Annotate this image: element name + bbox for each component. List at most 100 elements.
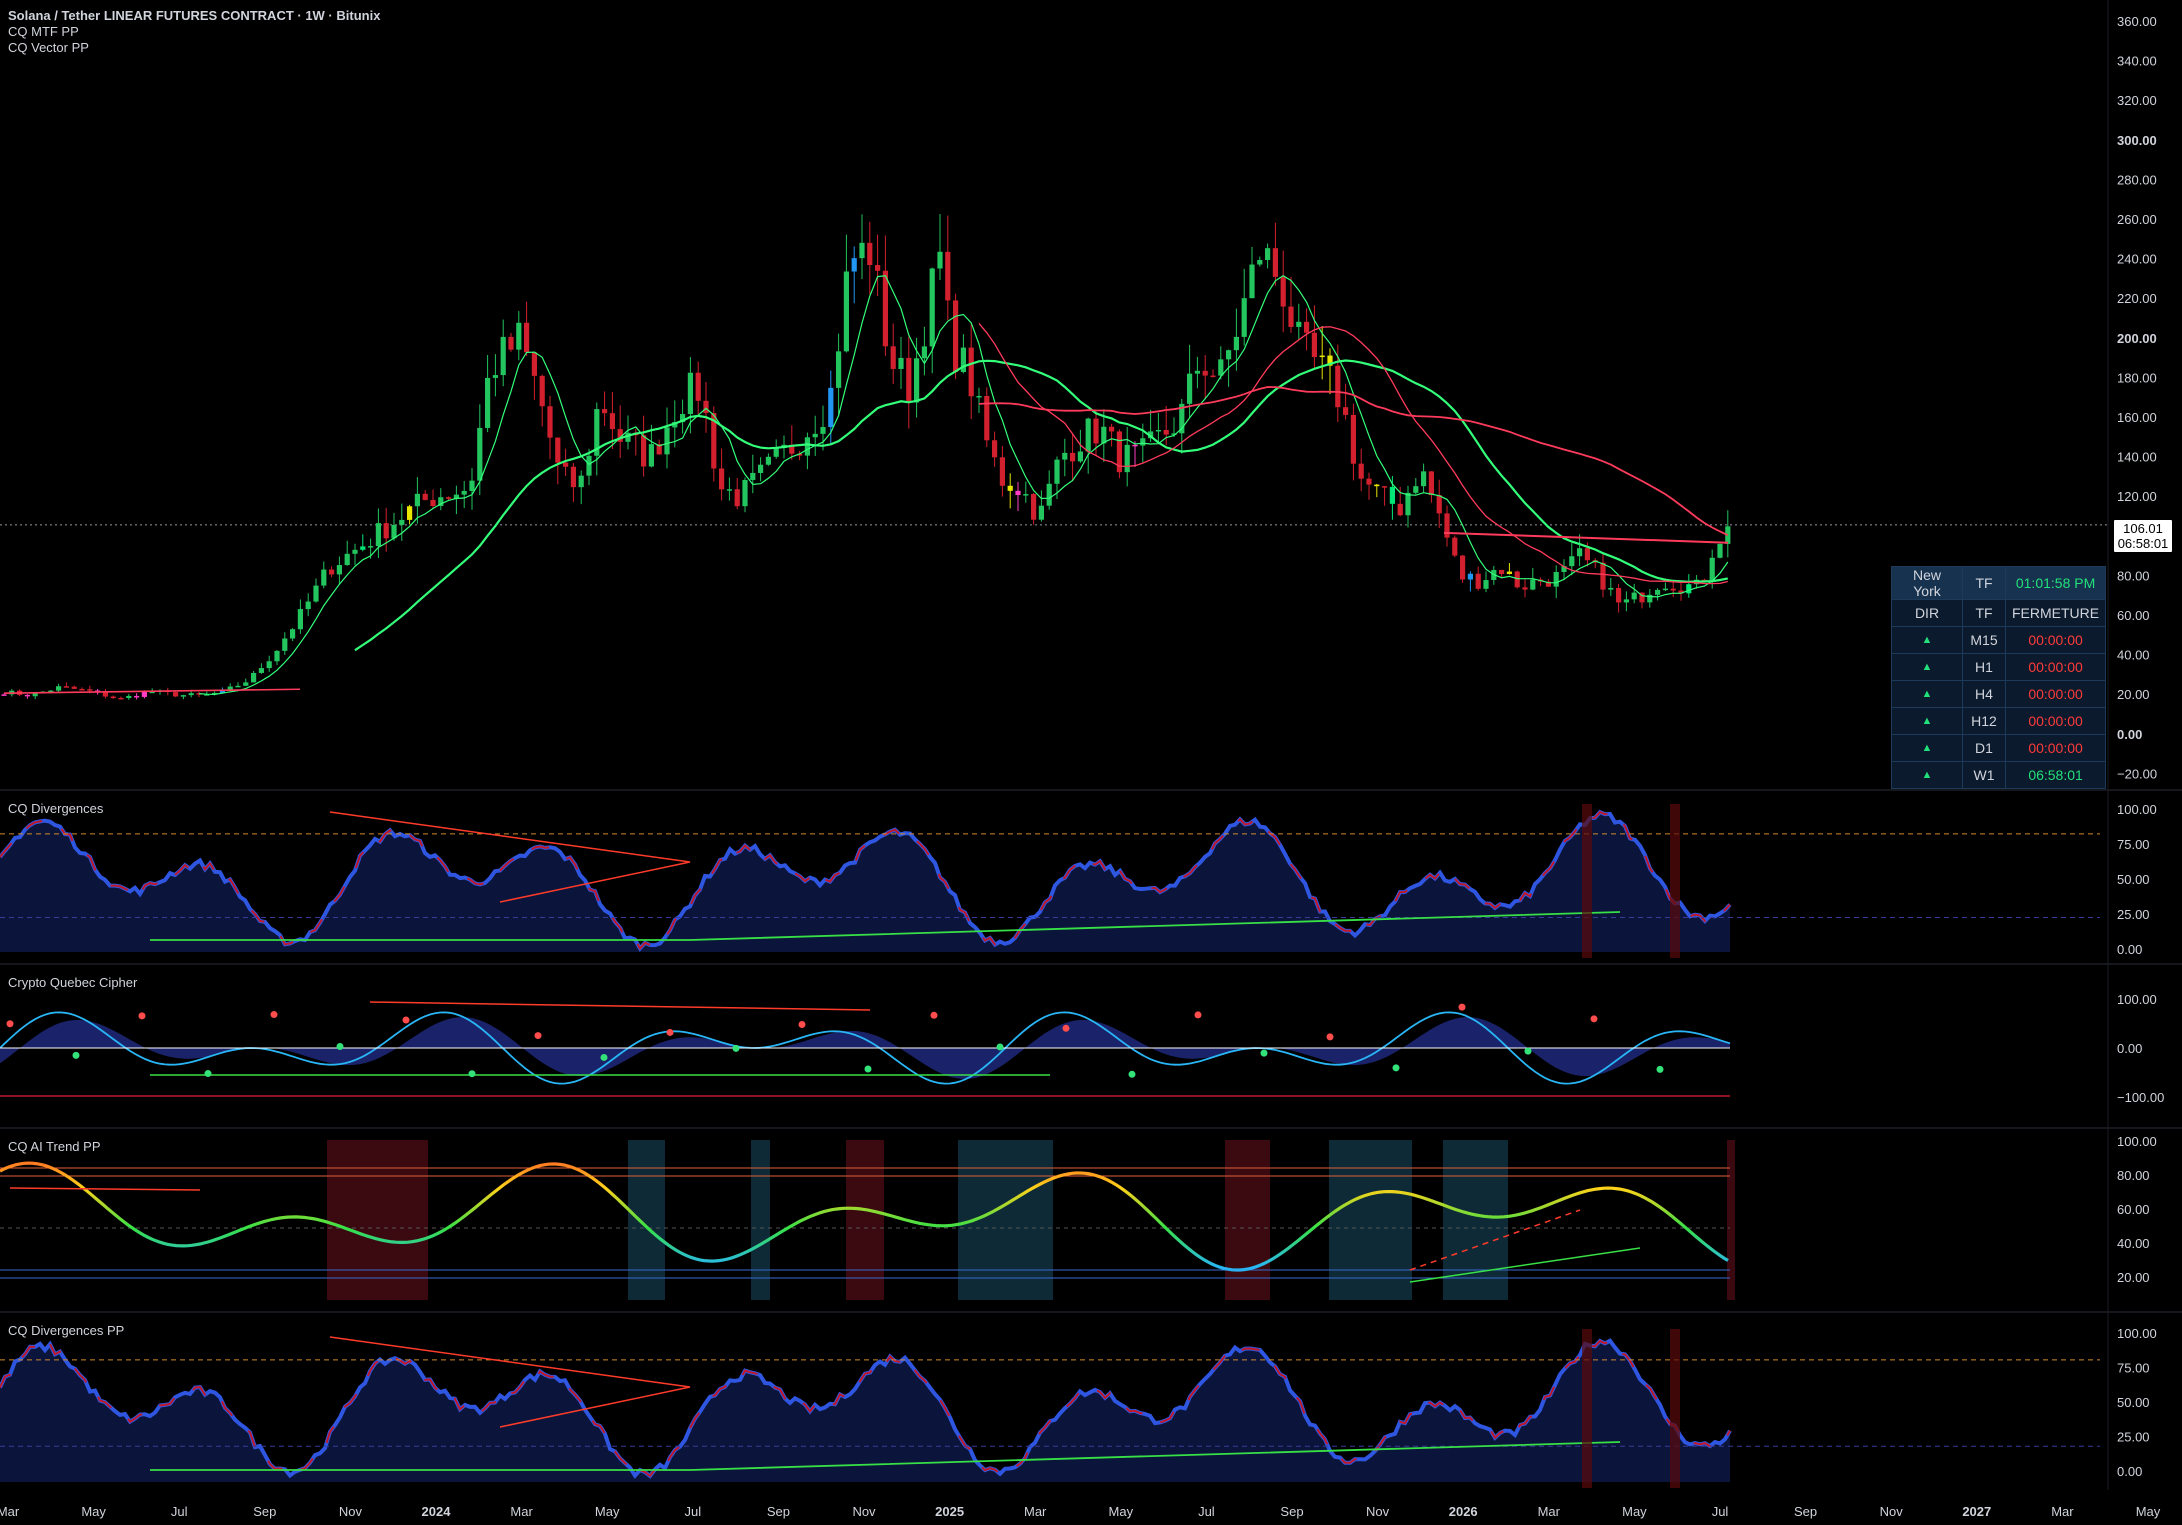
divergences-osc-signal-bar: [1582, 804, 1592, 958]
candle-body: [836, 351, 842, 388]
candle-body: [1023, 494, 1029, 496]
tf-close-time: 00:00:00: [2004, 653, 2107, 681]
candle-body: [1070, 452, 1076, 462]
time-axis-label: May: [1109, 1504, 1134, 1519]
tf-row: ▲ M15 00:00:00: [1891, 626, 2107, 654]
candle-body: [898, 357, 904, 369]
candle-body: [1623, 599, 1629, 603]
tf-row: ▲ H12 00:00:00: [1891, 707, 2107, 735]
price-axis-label: 140.00: [2117, 450, 2157, 465]
pane-label-divergences[interactable]: CQ Divergences: [8, 801, 103, 816]
indicator-label-vector[interactable]: CQ Vector PP: [8, 40, 380, 56]
candle-body: [687, 372, 693, 415]
candle-body: [110, 696, 116, 699]
candle-body: [953, 300, 959, 373]
price-axis-label: 160.00: [2117, 410, 2157, 425]
candle-body: [1319, 355, 1325, 358]
time-axis-label: Mar: [510, 1504, 533, 1519]
pane-label-ai-trend[interactable]: CQ AI Trend PP: [8, 1139, 101, 1154]
cipher-signal-dot: [336, 1042, 344, 1050]
candle-body: [867, 242, 873, 266]
candle-body: [812, 433, 818, 438]
candle-body: [820, 427, 826, 434]
time-axis-label: Sep: [253, 1504, 276, 1519]
candle-body: [1124, 444, 1130, 473]
tf-close-time: 00:00:00: [2004, 707, 2107, 735]
cipher-signal-dot: [138, 1012, 146, 1020]
candle-body: [703, 400, 709, 413]
candle-body: [1483, 580, 1489, 589]
pane-label-cipher[interactable]: Crypto Quebec Cipher: [8, 975, 137, 990]
candle-body: [1569, 556, 1575, 567]
price-axis-label: 220.00: [2117, 291, 2157, 306]
divergences-osc-signal-bar: [1670, 804, 1680, 958]
symbol-title[interactable]: Solana / Tether LINEAR FUTURES CONTRACT …: [8, 8, 380, 24]
bar-countdown: 06:58:01: [2117, 536, 2169, 551]
time-axis-label: Sep: [1794, 1504, 1817, 1519]
pane-axis-label: 20.00: [2117, 1270, 2150, 1285]
cipher-signal-dot: [6, 1020, 14, 1028]
candle-body: [258, 668, 264, 673]
candle-body: [773, 447, 779, 457]
pane-axis-label: 100.00: [2117, 1326, 2157, 1341]
indicator-label-mtf[interactable]: CQ MTF PP: [8, 24, 380, 40]
time-axis-label: Jul: [1712, 1504, 1729, 1519]
cipher-signal-dot: [534, 1032, 542, 1040]
tf-table-header-row: New York TF 01:01:58 PM: [1891, 566, 2107, 600]
time-axis-label: Jul: [171, 1504, 188, 1519]
cipher-signal-dot: [1656, 1065, 1664, 1073]
pane-axis-label: 100.00: [2117, 1134, 2157, 1149]
candle-body: [859, 242, 865, 259]
candle-body: [945, 251, 951, 301]
candle-body: [1132, 444, 1138, 447]
divergences-pp-osc-signal-bar: [1582, 1329, 1592, 1488]
price-axis-label: 280.00: [2117, 172, 2157, 187]
candle-body: [1296, 321, 1302, 327]
candle-body: [921, 346, 927, 359]
chart-canvas[interactable]: 360.00 340.00 320.00 300.00 280.00 260.00 240.…: [0, 0, 2182, 1525]
time-axis-label: May: [595, 1504, 620, 1519]
up-arrow-icon: ▲: [1891, 653, 1963, 681]
pane-axis-label: 40.00: [2117, 1236, 2150, 1251]
candle-body: [126, 695, 132, 699]
price-axis-label: 80.00: [2117, 568, 2150, 583]
up-arrow-icon: ▲: [1891, 761, 1963, 789]
candle-body: [1709, 557, 1715, 581]
candle-body: [1311, 332, 1317, 358]
candle-body: [329, 569, 335, 575]
candle-body: [344, 553, 350, 566]
candle-body: [851, 258, 857, 272]
candle-body: [1522, 587, 1528, 590]
price-axis-label: 360.00: [2117, 14, 2157, 29]
candle-body: [446, 497, 452, 499]
price-axis-label: 300.00: [2117, 133, 2157, 148]
candle-body: [750, 472, 756, 480]
price-axis-label: 120.00: [2117, 489, 2157, 504]
up-arrow-icon: ▲: [1891, 734, 1963, 762]
cipher-signal-dot: [1326, 1033, 1334, 1041]
cipher-signal-dot: [1062, 1024, 1070, 1032]
candle-body: [1514, 571, 1520, 588]
cipher-signal-dot: [996, 1043, 1004, 1051]
candle-body: [1272, 248, 1278, 277]
candle-body: [383, 523, 389, 539]
candle-body: [282, 638, 288, 651]
candle-body: [305, 601, 311, 610]
candle-body: [1, 694, 7, 696]
candle-body: [1662, 588, 1668, 591]
candle-body: [1577, 548, 1583, 557]
candle-body: [648, 444, 654, 467]
time-axis-label: 2025: [935, 1504, 964, 1519]
cipher-signal-dot: [864, 1065, 872, 1073]
pane-label-divergences-pp[interactable]: CQ Divergences PP: [8, 1323, 124, 1338]
candle-body: [1600, 562, 1606, 590]
pane-axis-label: 80.00: [2117, 1168, 2150, 1183]
candle-body: [141, 691, 147, 697]
tf-col-tf: TF: [1962, 599, 2006, 627]
candle-body: [352, 549, 358, 554]
ai-trend-zone: [1727, 1140, 1735, 1300]
tf-close-time: 00:00:00: [2004, 680, 2107, 708]
candle-body: [937, 251, 943, 269]
tf-name: D1: [1962, 734, 2006, 762]
time-axis-label: 2027: [1962, 1504, 1991, 1519]
